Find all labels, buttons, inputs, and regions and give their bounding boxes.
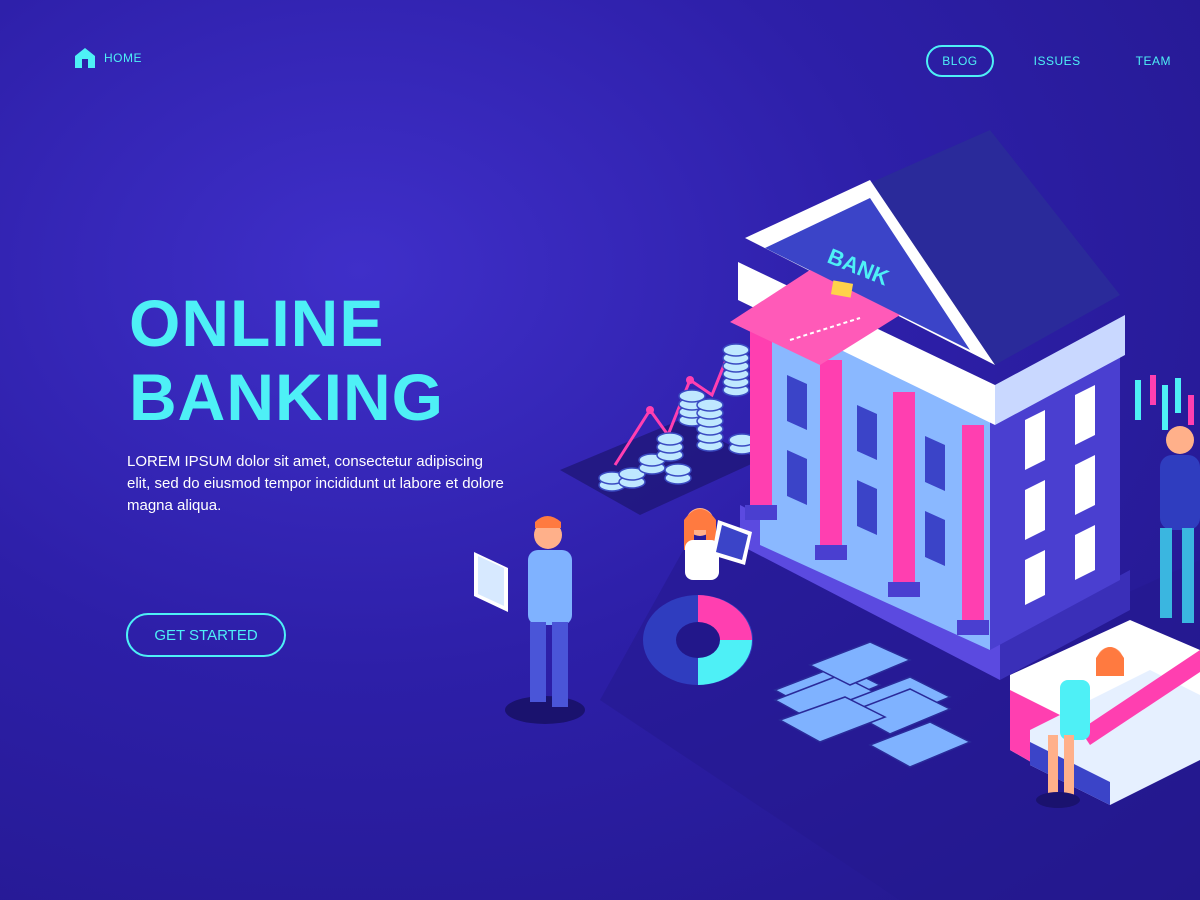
bank-illustration: BANK <box>474 130 1200 900</box>
stats-bars <box>1135 375 1194 430</box>
person-with-tablet <box>474 516 585 724</box>
